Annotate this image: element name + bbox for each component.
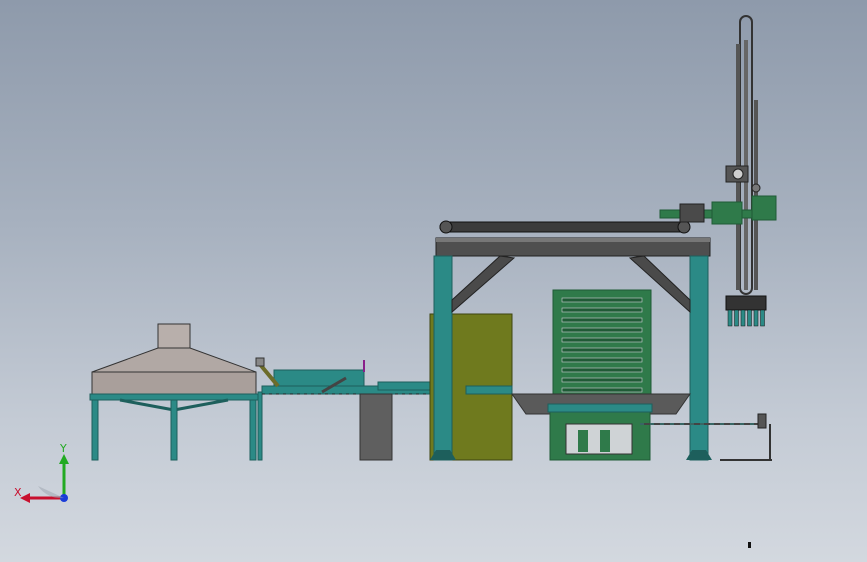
pallet-slat bbox=[561, 317, 643, 323]
pallet-slat bbox=[561, 377, 643, 383]
production-line-model[interactable] bbox=[0, 0, 867, 562]
gripper-finger bbox=[747, 309, 752, 327]
triad-plane-arc bbox=[38, 486, 64, 499]
pallet-slat bbox=[561, 307, 643, 313]
cad-graphics-viewport[interactable]: Y X bbox=[0, 0, 867, 562]
gripper-finger bbox=[753, 309, 759, 327]
gripper-finger bbox=[740, 309, 746, 327]
gripper-finger bbox=[760, 309, 765, 327]
pallet-slat bbox=[561, 327, 643, 333]
pallet-slat bbox=[561, 357, 643, 363]
pallet-stack[interactable] bbox=[511, 289, 691, 461]
y-axis-arrowhead bbox=[59, 454, 69, 464]
status-marker bbox=[748, 542, 751, 548]
gripper-finger bbox=[727, 309, 733, 327]
dust-hood-assembly[interactable] bbox=[89, 323, 263, 461]
pallet-slat bbox=[561, 347, 643, 353]
pallet-slat bbox=[561, 367, 643, 373]
pallet-slat bbox=[561, 387, 643, 393]
y-axis-label: Y bbox=[59, 442, 67, 455]
gripper-finger bbox=[734, 309, 739, 327]
pallet-slat bbox=[561, 337, 643, 343]
x-axis-label: X bbox=[14, 486, 22, 499]
infeed-conveyor[interactable] bbox=[255, 357, 433, 461]
vertical-robot-axis[interactable] bbox=[659, 15, 777, 327]
pallet-slat bbox=[561, 297, 643, 303]
coordinate-triad: Y X bbox=[14, 442, 69, 503]
